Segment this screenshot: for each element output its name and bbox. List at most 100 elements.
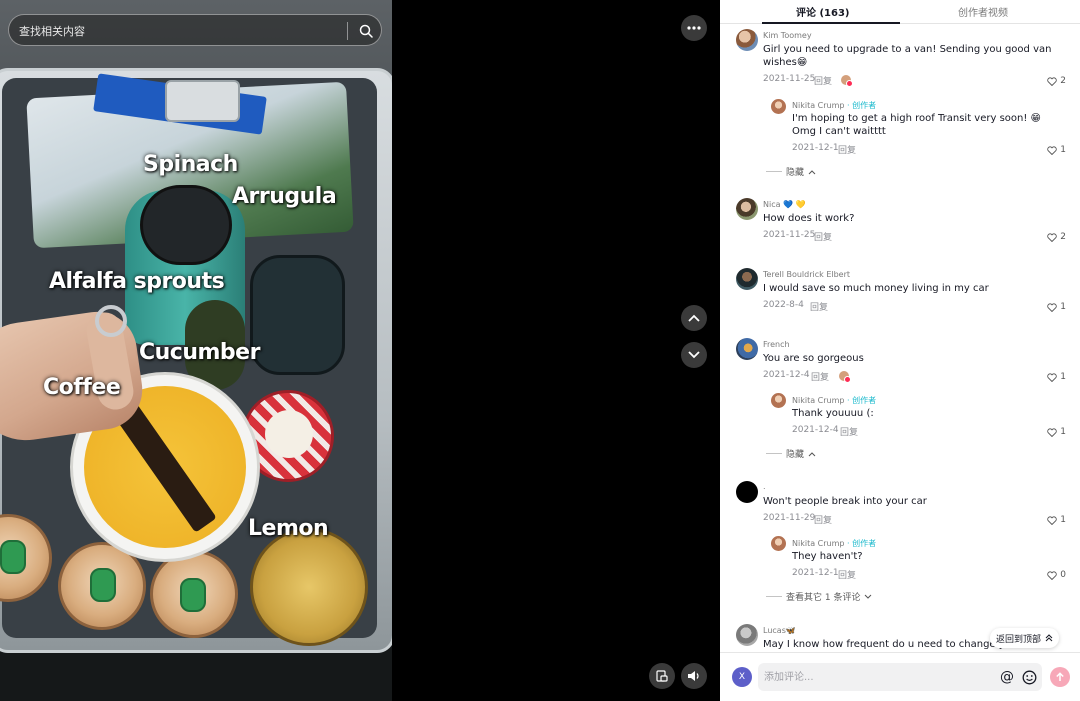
comment-username[interactable]: Nica 💙 💛	[763, 200, 806, 209]
comment-text-cont: wishes😁	[763, 57, 808, 68]
search-box	[8, 14, 382, 46]
like-count: 1	[1060, 515, 1066, 525]
avatar[interactable]	[736, 338, 758, 360]
heart-icon	[1047, 232, 1057, 242]
reply-button[interactable]: 回复	[838, 568, 856, 581]
miniplayer-button[interactable]	[649, 663, 675, 689]
label-arrugula: Arrugula	[232, 184, 337, 209]
comment-date: 2021-11-25	[763, 74, 816, 84]
next-video-button[interactable]	[681, 342, 707, 368]
comment-item: . Won't people break into your car 2021-…	[720, 478, 1080, 608]
like-button[interactable]: 1	[1047, 145, 1066, 155]
reply-text-cont: Omg I can't waitttt	[792, 126, 886, 137]
more-horizontal-icon	[687, 26, 701, 30]
miniplayer-icon	[656, 670, 668, 682]
volume-icon	[688, 671, 699, 681]
my-avatar: X	[732, 667, 752, 687]
comment-text: You are so gorgeous	[763, 353, 864, 364]
reply-button[interactable]: 回复	[838, 143, 856, 156]
comment-username[interactable]: Lucas🦋	[763, 626, 796, 635]
reply-button[interactable]: 回复	[840, 425, 858, 438]
reply-username[interactable]: Nikita Crump · 创作者	[792, 538, 876, 549]
can-2-tab	[90, 568, 116, 602]
reply-button[interactable]: 回复	[810, 300, 828, 313]
tab-comments[interactable]: 评论 (163)	[796, 4, 850, 19]
comment-item: Terell Bouldrick Elbert I would save so …	[720, 265, 1080, 325]
reply-text: They haven't?	[792, 551, 863, 562]
previous-video-button[interactable]	[681, 305, 707, 331]
reply-username[interactable]: Nikita Crump · 创作者	[792, 395, 876, 406]
comment-composer: X @	[720, 652, 1080, 701]
avatar[interactable]	[771, 393, 786, 408]
avatar[interactable]	[736, 481, 758, 503]
can-1-tab	[0, 540, 26, 574]
tab-creator-videos[interactable]: 创作者视频	[958, 4, 1008, 19]
label-spinach: Spinach	[143, 152, 238, 177]
chevron-down-icon	[688, 351, 700, 359]
like-count: 1	[1060, 372, 1066, 382]
like-count: 1	[1060, 427, 1066, 437]
avatar[interactable]	[736, 268, 758, 290]
like-button[interactable]: 1	[1047, 427, 1066, 437]
avatar[interactable]	[736, 198, 758, 220]
comment-username[interactable]: French	[763, 340, 790, 349]
creator-tag: · 创作者	[847, 396, 877, 405]
like-button[interactable]: 1	[1047, 515, 1066, 525]
hide-replies-button[interactable]: 隐藏	[766, 165, 816, 178]
avatar[interactable]	[736, 29, 758, 51]
heart-icon	[1047, 570, 1057, 580]
like-button[interactable]: 2	[1047, 232, 1066, 242]
comment-username[interactable]: Kim Toomey	[763, 31, 812, 40]
reply-button[interactable]: 回复	[811, 370, 829, 383]
avatar[interactable]	[771, 536, 786, 551]
comment-item: Kim Toomey Girl you need to upgrade to a…	[720, 24, 1080, 184]
search-input[interactable]	[19, 21, 339, 41]
double-chevron-up-icon	[1045, 634, 1053, 642]
like-button[interactable]: 2	[1047, 76, 1066, 86]
toggle-label: 隐藏	[786, 168, 805, 178]
user-badges: 💙 💛	[783, 200, 806, 209]
hide-replies-button[interactable]: 隐藏	[766, 447, 816, 460]
emoji-button[interactable]	[1020, 668, 1038, 686]
reply-username[interactable]: Nikita Crump · 创作者	[792, 100, 876, 111]
comment-date: 2021-11-25	[763, 230, 816, 240]
comment-list[interactable]: Kim Toomey Girl you need to upgrade to a…	[720, 24, 1080, 652]
like-button[interactable]: 1	[1047, 372, 1066, 382]
search-button[interactable]	[355, 20, 377, 42]
comment-input[interactable]	[764, 669, 984, 685]
chevron-up-icon	[688, 314, 700, 322]
emoji-icon	[1022, 670, 1036, 684]
video-frame[interactable]: Spinach Arrugula Alfalfa sprouts Cucumbe…	[0, 0, 392, 701]
reply-button[interactable]: 回复	[814, 74, 832, 87]
comment-box: @	[758, 663, 1042, 691]
like-button[interactable]: 0	[1047, 570, 1066, 580]
toggle-label: 隐藏	[786, 450, 805, 460]
bag-clip	[165, 80, 240, 122]
reply-date: 2021-12-1	[792, 143, 839, 153]
avatar[interactable]	[736, 624, 758, 646]
toggle-line	[766, 453, 782, 454]
toggle-line	[766, 171, 782, 172]
like-button[interactable]: 1	[1047, 302, 1066, 312]
reply-button[interactable]: 回复	[814, 230, 832, 243]
like-count: 1	[1060, 145, 1066, 155]
comment-date: 2022-8-4	[763, 300, 804, 310]
avatar[interactable]	[771, 99, 786, 114]
volume-button[interactable]	[681, 663, 707, 689]
ring	[95, 305, 127, 337]
send-button[interactable]	[1050, 667, 1070, 687]
like-count: 1	[1060, 302, 1066, 312]
comment-username[interactable]: .	[763, 482, 766, 491]
more-options-button[interactable]	[681, 15, 707, 41]
jam-jar-label	[265, 410, 313, 458]
comments-panel: 评论 (163) 创作者视频 Kim Toomey Girl you need …	[720, 0, 1080, 701]
search-divider	[347, 22, 348, 40]
view-more-replies-button[interactable]: 查看其它 1 条评论	[766, 590, 872, 603]
arrow-up-icon	[1056, 672, 1064, 681]
back-to-top-button[interactable]: 返回到顶部	[990, 628, 1060, 648]
mention-button[interactable]: @	[998, 668, 1016, 686]
reply-button[interactable]: 回复	[814, 513, 832, 526]
comment-username[interactable]: Terell Bouldrick Elbert	[763, 270, 850, 279]
comment-text: How does it work?	[763, 213, 855, 224]
search-icon	[359, 24, 373, 38]
